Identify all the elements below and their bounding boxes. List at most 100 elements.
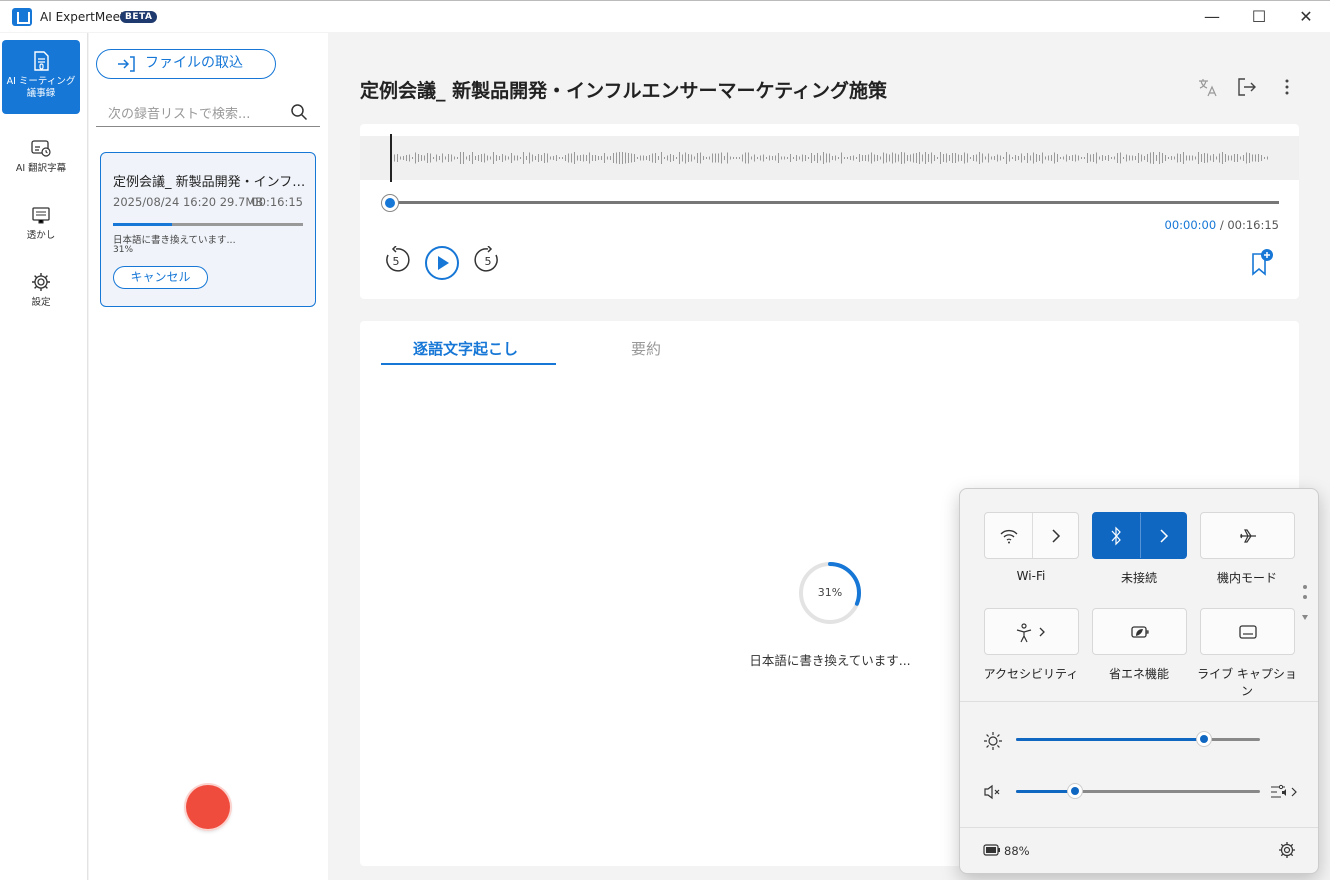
volume-muted-icon[interactable] [983,783,1003,801]
waveform-bar [574,152,575,164]
wifi-tile[interactable] [984,512,1079,559]
settings-gear-icon[interactable] [1278,841,1296,859]
search-input[interactable]: 次の録音リストで検索... [108,103,250,122]
waveform-bar [1198,152,1199,164]
waveform-bar [805,155,806,161]
volume-slider-knob[interactable] [1066,783,1083,799]
waveform-bar [1063,156,1064,160]
bluetooth-tile[interactable] [1092,512,1187,559]
search-icon[interactable] [290,103,308,121]
forward-5-icon[interactable]: 5 [474,246,502,274]
waveform-bar [1036,154,1037,162]
waveform-bar [946,153,947,163]
page-indicator[interactable] [1303,585,1309,605]
chevron-right-icon[interactable] [1158,528,1170,544]
waveform-bar [793,157,794,159]
waveform-bar [760,155,761,161]
nav-label-subtitles: AI 翻訳字幕 [15,163,67,174]
waveform-bar [1069,156,1070,160]
waveform-bar [1156,155,1157,161]
waveform-bar [616,152,617,164]
waveform-bar [1183,152,1184,164]
waveform-bar [1165,155,1166,161]
battery-icon[interactable] [983,844,1001,856]
nav-item-settings[interactable]: 設定 [2,261,80,335]
waveform-bar [553,156,554,160]
waveform-bar [841,152,842,164]
waveform-bar [1099,156,1100,160]
active-tab-indicator [381,363,556,365]
waveform-bar [1186,155,1187,161]
translate-icon[interactable] [1196,76,1218,98]
more-options-icon[interactable] [1276,76,1298,98]
brightness-slider-knob[interactable] [1195,731,1212,747]
progress-percent: 31% [817,586,843,599]
waveform-bar [1087,153,1088,163]
waveform-bar [397,154,398,162]
beta-badge: BETA [120,11,158,23]
waveform-bar [775,155,776,161]
add-bookmark-icon[interactable] [1249,248,1275,278]
close-button[interactable]: ✕ [1286,4,1326,30]
waveform-bar [862,155,863,161]
waveform-bar [931,152,932,164]
audio-output-icon[interactable] [1270,783,1298,801]
waveform-bar [1258,154,1259,162]
recording-card-duration: 00:16:15 [251,195,303,209]
nav-item-meeting-minutes[interactable]: AI ミーティング議事録 [2,40,80,114]
seek-bar[interactable] [390,201,1279,204]
waveform-bar [1030,155,1031,161]
waveform-bar [1138,153,1139,163]
waveform-bar [715,153,716,163]
bluetooth-label: 未接続 [1120,571,1157,585]
energy-saver-icon [1131,626,1149,638]
search-box[interactable]: 次の録音リストで検索... [96,97,320,127]
waveform-bar [736,157,737,159]
export-icon[interactable] [1236,76,1258,98]
accessibility-tile[interactable] [984,608,1079,655]
waveform-bar [763,154,764,162]
waveform-bar [1162,153,1163,163]
total-time: 00:16:15 [1227,218,1279,232]
waveform[interactable] [360,136,1299,180]
waveform-bar [1219,153,1220,163]
waveform-bar [967,153,968,163]
accessibility-label: アクセシビリティ [983,667,1079,681]
waveform-bar [1108,155,1109,161]
waveform-bar [1021,153,1022,163]
energy-saver-tile[interactable] [1092,608,1187,655]
waveform-bar [1210,155,1211,161]
import-file-button[interactable]: ファイルの取込 [96,49,276,79]
airplane-tile[interactable] [1200,512,1295,559]
nav-item-watermark[interactable]: 透かし [2,194,80,268]
seek-knob[interactable] [381,194,399,212]
tab-transcript[interactable]: 逐語文字起こし [413,338,518,359]
tab-summary[interactable]: 要約 [631,338,661,359]
cancel-button[interactable]: キャンセル [113,266,208,289]
waveform-bar [445,156,446,160]
recording-card[interactable]: 定例会議_ 新製品開発・インフルエンサーマーケティング施策 2025/08/24… [100,152,316,307]
waveform-bar [667,155,668,161]
maximize-button[interactable]: ☐ [1239,4,1279,30]
play-button[interactable] [424,245,460,281]
waveform-bar [517,155,518,161]
scroll-down-icon[interactable] [1301,613,1309,621]
waveform-bar [601,156,602,160]
waveform-bar [916,153,917,163]
waveform-bar [733,157,734,159]
waveform-bar [901,152,902,164]
minimize-button[interactable]: — [1192,4,1232,30]
waveform-bar [493,152,494,164]
waveform-bar [487,155,488,161]
waveform-bar [934,155,935,161]
waveform-bar [595,155,596,161]
chevron-right-icon[interactable] [1050,528,1062,544]
rewind-5-icon[interactable]: 5 [382,246,410,274]
waveform-bar [1261,155,1262,161]
waveform-bar [865,155,866,161]
nav-item-subtitles[interactable]: AI 翻訳字幕 [2,127,80,201]
waveform-bar [649,155,650,161]
record-button[interactable] [186,785,230,829]
waveform-bar [1126,154,1127,162]
live-caption-tile[interactable] [1200,608,1295,655]
